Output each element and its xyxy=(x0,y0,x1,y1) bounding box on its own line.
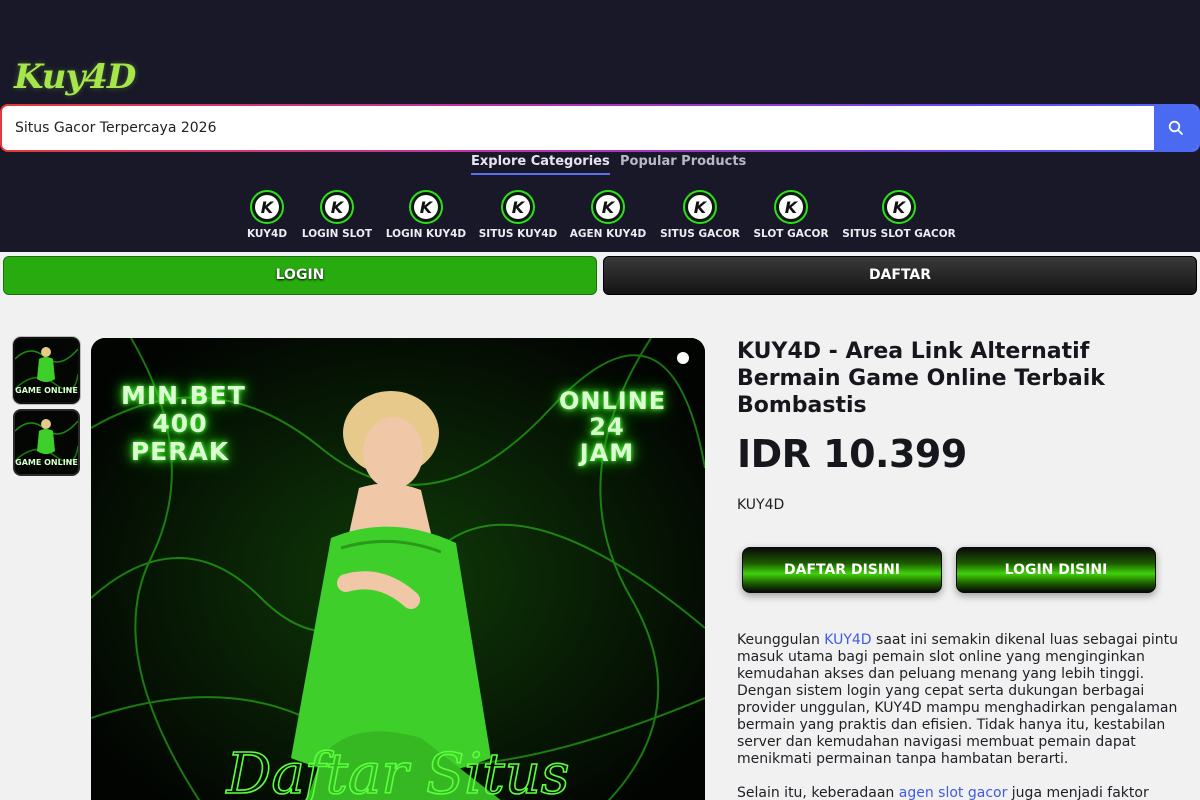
hero-online-text: ONLINE 24 JAM xyxy=(559,387,667,467)
product-brand: KUY4D xyxy=(737,497,785,513)
svg-text:K: K xyxy=(261,198,275,217)
k-logo-icon: K xyxy=(591,190,625,224)
svg-text:K: K xyxy=(785,198,799,217)
hero-min-bet-text: MIN.BET 400 PERAK xyxy=(121,381,246,466)
login-disini-button[interactable]: LOGIN DISINI xyxy=(956,547,1156,593)
login-button[interactable]: LOGIN xyxy=(3,256,597,295)
search-bar xyxy=(0,104,1200,152)
svg-text:K: K xyxy=(512,198,526,217)
k-logo-icon: K xyxy=(320,190,354,224)
svg-text:K: K xyxy=(893,198,907,217)
tab-popular-products[interactable]: Popular Products xyxy=(620,154,746,169)
daftar-button[interactable]: DAFTAR xyxy=(603,256,1197,295)
agen-slot-gacor-link[interactable]: agen slot gacor xyxy=(899,785,1008,800)
k-logo-icon: K xyxy=(774,190,808,224)
gallery-thumbnail-1[interactable]: GAME ONLINE xyxy=(13,337,80,404)
k-logo-icon: K xyxy=(882,190,916,224)
k-logo-icon: K xyxy=(501,190,535,224)
svg-text:GAME ONLINE: GAME ONLINE xyxy=(15,458,78,467)
svg-text:Daftar Situs: Daftar Situs xyxy=(225,742,569,800)
svg-text:K: K xyxy=(420,198,434,217)
carousel-dot[interactable] xyxy=(677,352,689,364)
tab-explore-categories[interactable]: Explore Categories xyxy=(471,154,610,175)
category-tabs: Explore Categories Popular Products xyxy=(0,154,1200,178)
svg-text:K: K xyxy=(694,198,708,217)
description-paragraph: Keunggulan KUY4D saat ini semakin dikena… xyxy=(737,632,1179,767)
k-logo-icon: K xyxy=(683,190,717,224)
product-price: IDR 10.399 xyxy=(737,432,967,476)
search-button[interactable] xyxy=(1154,106,1198,150)
svg-text:GAME ONLINE: GAME ONLINE xyxy=(15,386,78,395)
daftar-disini-button[interactable]: DAFTAR DISINI xyxy=(742,547,942,593)
k-logo-icon: K xyxy=(409,190,443,224)
product-title: KUY4D - Area Link Alternatif Bermain Gam… xyxy=(737,339,1105,418)
category-item-situs-slot-gacor[interactable]: K SITUS SLOT GACOR xyxy=(839,190,959,240)
category-item-slot-gacor[interactable]: K SLOT GACOR xyxy=(731,190,851,240)
auth-bar: LOGIN DAFTAR xyxy=(0,252,1200,300)
product-description: Keunggulan KUY4D saat ini semakin dikena… xyxy=(737,632,1187,800)
site-header: Kuy4D Explore Categories Popular Product… xyxy=(0,0,1200,252)
search-icon xyxy=(1168,120,1183,135)
product-hero-image[interactable]: Daftar Situs MIN.BET 400 PERAK ONLINE 24… xyxy=(91,338,705,800)
thumbnail-image: GAME ONLINE xyxy=(15,411,78,474)
description-paragraph: Selain itu, keberadaan agen slot gacor j… xyxy=(737,785,1149,800)
svg-text:K: K xyxy=(331,198,345,217)
category-label: SITUS SLOT GACOR xyxy=(842,228,956,240)
category-list: K KUY4D K LOGIN SLOT K LOGIN KUY4D K SITUS K… xyxy=(0,190,1200,246)
thumbnail-image: GAME ONLINE xyxy=(15,339,78,402)
kuy4d-link[interactable]: KUY4D xyxy=(824,632,871,648)
site-logo[interactable]: Kuy4D xyxy=(14,57,136,97)
svg-text:K: K xyxy=(602,198,616,217)
category-label: SLOT GACOR xyxy=(753,228,829,240)
search-input[interactable] xyxy=(2,106,1154,150)
gallery-thumbnail-2[interactable]: GAME ONLINE xyxy=(13,409,80,476)
